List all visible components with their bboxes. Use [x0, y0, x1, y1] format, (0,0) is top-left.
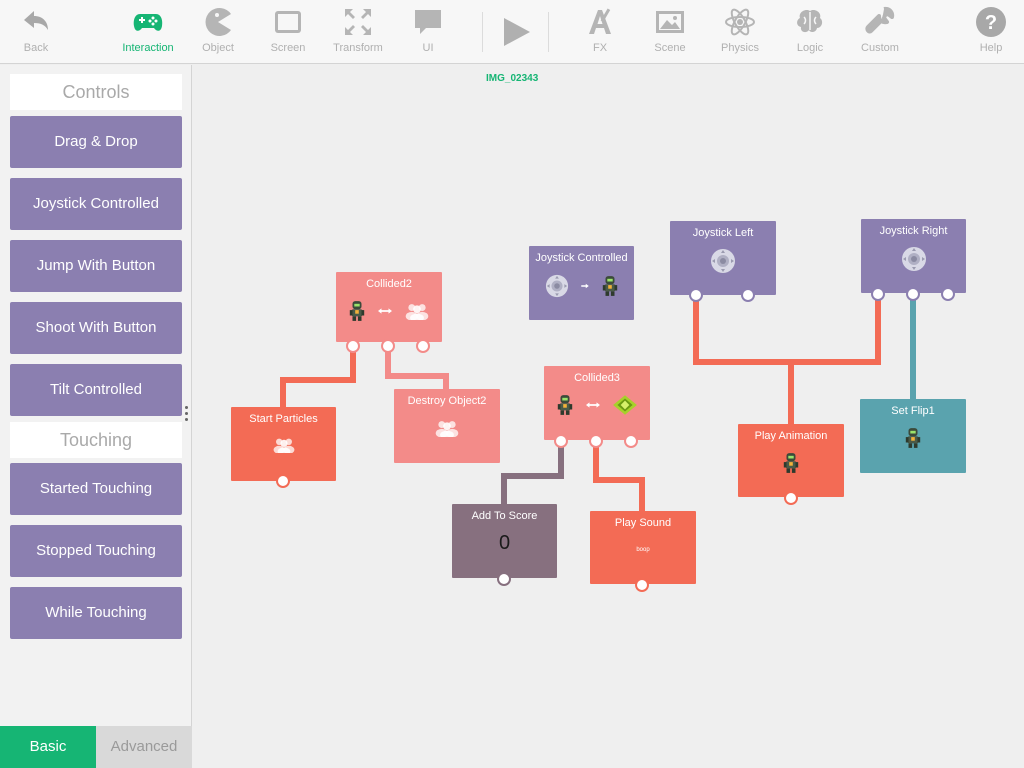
joystick-left-port-2[interactable] [741, 288, 755, 302]
robot-icon [904, 427, 922, 449]
collided2-port-3[interactable] [416, 339, 430, 353]
node-title: Destroy Object2 [407, 395, 487, 407]
arrow-right-icon [581, 283, 589, 289]
collided3-port-2[interactable] [589, 434, 603, 448]
node-title: Play Sound [614, 517, 672, 529]
gem-icon [612, 394, 638, 416]
swap-arrows-icon [378, 307, 392, 315]
collided3-port-1[interactable] [554, 434, 568, 448]
collision-icons [336, 300, 442, 322]
play-sound-port[interactable] [635, 578, 649, 592]
node-icons [529, 274, 634, 298]
group-icon [272, 437, 296, 453]
node-icons [670, 248, 776, 274]
start-particles-port[interactable] [276, 474, 290, 488]
collided2-node[interactable]: Collided2 [336, 272, 442, 342]
robot-icon [601, 275, 619, 297]
joystick-icon [901, 246, 927, 272]
collided2-port-1[interactable] [346, 339, 360, 353]
node-title: Add To Score [471, 510, 538, 522]
joystick-left-port-1[interactable] [689, 288, 703, 302]
wire-collided3-add-to-score [501, 441, 564, 505]
set-flip1-node[interactable]: Set Flip1 [860, 399, 966, 473]
node-title: Play Animation [754, 430, 828, 442]
node-icons [738, 452, 844, 474]
swap-arrows-icon [586, 401, 600, 409]
start-particles-node[interactable]: Start Particles [231, 407, 336, 481]
joystick-icon [710, 248, 736, 274]
collision-icons [544, 394, 650, 416]
joystick-right-port-1[interactable] [871, 287, 885, 301]
wire-joysticks-play-animation [693, 294, 881, 365]
add-to-score-port[interactable] [497, 572, 511, 586]
joystick-right-port-3[interactable] [941, 287, 955, 301]
joystick-left-node[interactable]: Joystick Left [670, 221, 776, 295]
collided3-node[interactable]: Collided3 [544, 366, 650, 440]
node-title: Joystick Right [879, 225, 948, 237]
node-title: Joystick Controlled [535, 252, 628, 264]
wire-collided2-destroy-object2 [385, 346, 449, 390]
node-title: Collided3 [574, 372, 620, 384]
play-animation-port[interactable] [784, 491, 798, 505]
joystick-controlled-node[interactable]: Joystick Controlled [529, 246, 634, 320]
node-icons [394, 419, 500, 437]
joystick-right-port-2[interactable] [906, 287, 920, 301]
group-icon [434, 419, 460, 437]
score-value: 0 [498, 532, 511, 554]
node-title: Set Flip1 [891, 405, 935, 417]
sound-name: boop [636, 547, 650, 553]
node-title: Collided2 [366, 278, 412, 290]
connection-wires [280, 294, 916, 512]
node-title: Joystick Left [692, 227, 754, 239]
joystick-right-node[interactable]: Joystick Right [861, 219, 966, 293]
robot-icon [782, 452, 800, 474]
node-title: Start Particles [249, 413, 318, 425]
add-to-score-node[interactable]: Add To Score 0 [452, 504, 557, 578]
robot-icon [348, 300, 366, 322]
wire-collided3-play-sound [593, 441, 645, 512]
collided2-port-2[interactable] [381, 339, 395, 353]
play-animation-node[interactable]: Play Animation [738, 424, 844, 497]
wire-collided2-start-particles [280, 346, 356, 408]
play-sound-node[interactable]: Play Sound boop [590, 511, 696, 584]
collided3-port-3[interactable] [624, 434, 638, 448]
joystick-icon [545, 274, 569, 298]
group-icon [404, 302, 430, 320]
node-icons [860, 427, 966, 449]
robot-icon [556, 394, 574, 416]
node-icons [861, 246, 966, 272]
node-icons [231, 437, 336, 453]
destroy-object2-node[interactable]: Destroy Object2 [394, 389, 500, 463]
